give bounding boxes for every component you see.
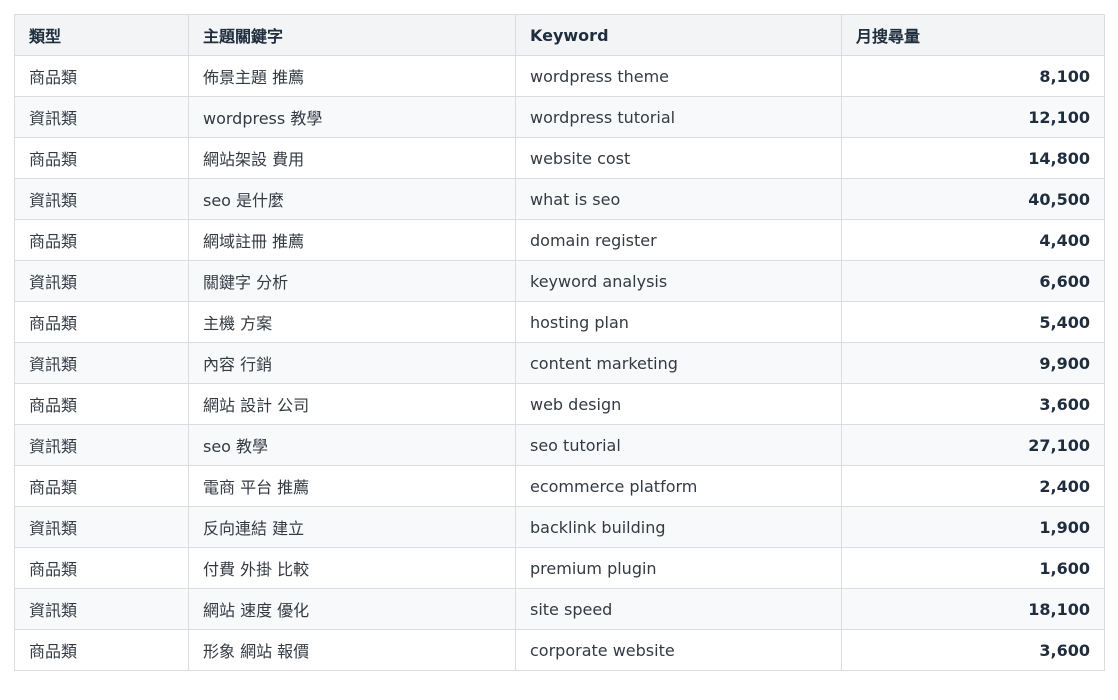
cell-topic: 網站 設計 公司 — [188, 383, 516, 425]
cell-keyword: website cost — [515, 137, 842, 179]
cell-keyword: hosting plan — [515, 301, 842, 343]
cell-volume: 12,100 — [841, 96, 1105, 138]
table-row: 資訊類 關鍵字 分析 keyword analysis 6,600 — [14, 260, 1105, 302]
table-row: 資訊類 seo 是什麼 what is seo 40,500 — [14, 178, 1105, 220]
cell-topic: 內容 行銷 — [188, 342, 516, 384]
cell-topic: 佈景主題 推薦 — [188, 55, 516, 97]
cell-keyword: wordpress tutorial — [515, 96, 842, 138]
table-body: 商品類 佈景主題 推薦 wordpress theme 8,100 資訊類 wordpre… — [14, 55, 1105, 671]
cell-keyword: backlink building — [515, 506, 842, 548]
cell-type: 資訊類 — [14, 96, 189, 138]
keyword-table-container: 類型 主題關鍵字 Keyword 月搜尋量 商品類 佈景主題 推薦 wordpres… — [14, 14, 1105, 671]
cell-keyword: keyword analysis — [515, 260, 842, 302]
table-row: 資訊類 網站 速度 優化 site speed 18,100 — [14, 588, 1105, 630]
cell-volume: 9,900 — [841, 342, 1105, 384]
cell-keyword: wordpress theme — [515, 55, 842, 97]
cell-type: 資訊類 — [14, 588, 189, 630]
cell-topic: 關鍵字 分析 — [188, 260, 516, 302]
cell-type: 商品類 — [14, 629, 189, 671]
cell-type: 商品類 — [14, 55, 189, 97]
cell-keyword: content marketing — [515, 342, 842, 384]
cell-type: 商品類 — [14, 383, 189, 425]
column-header-topic: 主題關鍵字 — [188, 14, 516, 56]
cell-keyword: web design — [515, 383, 842, 425]
cell-volume: 8,100 — [841, 55, 1105, 97]
keyword-table: 類型 主題關鍵字 Keyword 月搜尋量 商品類 佈景主題 推薦 wordpres… — [14, 14, 1105, 671]
cell-type: 資訊類 — [14, 178, 189, 220]
cell-topic: wordpress 教學 — [188, 96, 516, 138]
table-row: 資訊類 seo 教學 seo tutorial 27,100 — [14, 424, 1105, 466]
cell-topic: seo 是什麼 — [188, 178, 516, 220]
cell-topic: 網域註冊 推薦 — [188, 219, 516, 261]
table-row: 商品類 電商 平台 推薦 ecommerce platform 2,400 — [14, 465, 1105, 507]
cell-keyword: corporate website — [515, 629, 842, 671]
cell-volume: 1,900 — [841, 506, 1105, 548]
cell-volume: 27,100 — [841, 424, 1105, 466]
header-row: 類型 主題關鍵字 Keyword 月搜尋量 — [14, 14, 1105, 56]
cell-keyword: domain register — [515, 219, 842, 261]
cell-type: 資訊類 — [14, 506, 189, 548]
cell-type: 商品類 — [14, 219, 189, 261]
column-header-type: 類型 — [14, 14, 189, 56]
cell-keyword: site speed — [515, 588, 842, 630]
table-row: 商品類 主機 方案 hosting plan 5,400 — [14, 301, 1105, 343]
table-row: 資訊類 反向連結 建立 backlink building 1,900 — [14, 506, 1105, 548]
table-row: 商品類 佈景主題 推薦 wordpress theme 8,100 — [14, 55, 1105, 97]
cell-keyword: what is seo — [515, 178, 842, 220]
cell-topic: 反向連結 建立 — [188, 506, 516, 548]
cell-volume: 3,600 — [841, 383, 1105, 425]
cell-volume: 2,400 — [841, 465, 1105, 507]
table-row: 資訊類 wordpress 教學 wordpress tutorial 12,100 — [14, 96, 1105, 138]
cell-type: 資訊類 — [14, 260, 189, 302]
cell-keyword: premium plugin — [515, 547, 842, 589]
cell-volume: 3,600 — [841, 629, 1105, 671]
cell-keyword: seo tutorial — [515, 424, 842, 466]
cell-volume: 40,500 — [841, 178, 1105, 220]
cell-type: 資訊類 — [14, 424, 189, 466]
cell-topic: seo 教學 — [188, 424, 516, 466]
cell-volume: 4,400 — [841, 219, 1105, 261]
cell-type: 商品類 — [14, 465, 189, 507]
table-row: 商品類 網域註冊 推薦 domain register 4,400 — [14, 219, 1105, 261]
cell-topic: 網站 速度 優化 — [188, 588, 516, 630]
cell-type: 資訊類 — [14, 342, 189, 384]
cell-topic: 電商 平台 推薦 — [188, 465, 516, 507]
column-header-volume: 月搜尋量 — [841, 14, 1105, 56]
cell-keyword: ecommerce platform — [515, 465, 842, 507]
cell-type: 商品類 — [14, 137, 189, 179]
cell-volume: 5,400 — [841, 301, 1105, 343]
cell-topic: 主機 方案 — [188, 301, 516, 343]
cell-topic: 形象 網站 報價 — [188, 629, 516, 671]
table-row: 資訊類 內容 行銷 content marketing 9,900 — [14, 342, 1105, 384]
cell-volume: 18,100 — [841, 588, 1105, 630]
cell-type: 商品類 — [14, 547, 189, 589]
table-row: 商品類 形象 網站 報價 corporate website 3,600 — [14, 629, 1105, 671]
column-header-keyword: Keyword — [515, 14, 842, 56]
table-row: 商品類 網站架設 費用 website cost 14,800 — [14, 137, 1105, 179]
cell-type: 商品類 — [14, 301, 189, 343]
cell-volume: 6,600 — [841, 260, 1105, 302]
table-row: 商品類 付費 外掛 比較 premium plugin 1,600 — [14, 547, 1105, 589]
cell-topic: 付費 外掛 比較 — [188, 547, 516, 589]
table-row: 商品類 網站 設計 公司 web design 3,600 — [14, 383, 1105, 425]
cell-volume: 1,600 — [841, 547, 1105, 589]
table-header: 類型 主題關鍵字 Keyword 月搜尋量 — [14, 14, 1105, 56]
cell-volume: 14,800 — [841, 137, 1105, 179]
cell-topic: 網站架設 費用 — [188, 137, 516, 179]
